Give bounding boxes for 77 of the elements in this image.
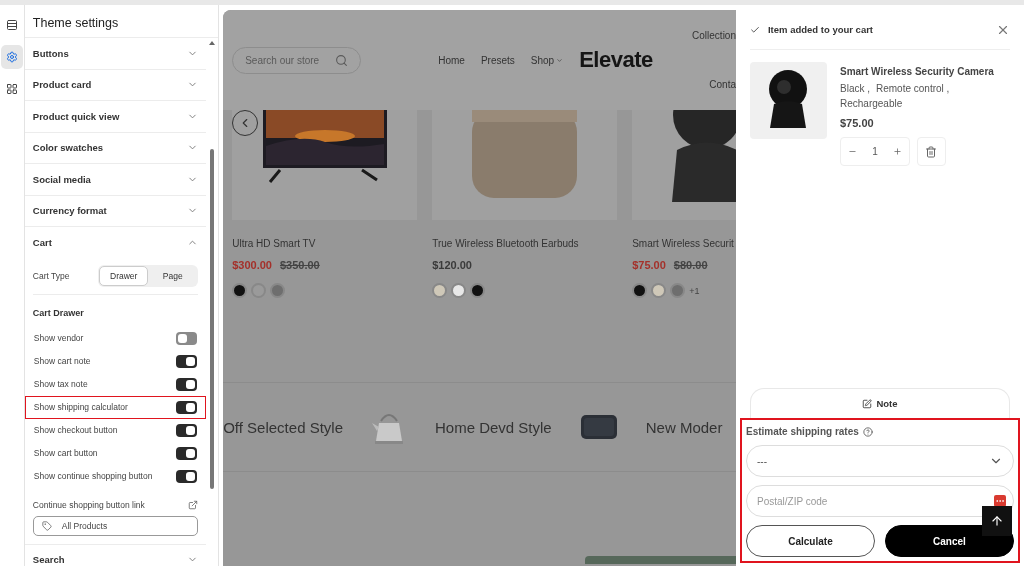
quantity-value: 1 (872, 146, 878, 157)
note-button[interactable]: Note (750, 388, 1010, 418)
toggle-switch[interactable] (176, 377, 198, 391)
color-swatch[interactable] (432, 283, 448, 298)
toggle-label: Show vendor (33, 333, 84, 343)
toggle-switch[interactable] (176, 331, 198, 345)
tag-icon (41, 520, 52, 531)
check-icon (750, 24, 760, 35)
back-to-top-button[interactable] (982, 506, 1012, 536)
item-variant: Remote control , (876, 83, 950, 94)
plus-icon (892, 147, 902, 156)
toggle-switch[interactable] (176, 423, 198, 437)
nav-link[interactable]: Presets (480, 54, 515, 66)
nav-link[interactable]: Collection (692, 30, 736, 41)
product-name[interactable]: Ultra HD Smart TV (232, 238, 418, 249)
more-count: +1 (689, 285, 700, 296)
color-swatch[interactable] (232, 283, 248, 298)
toggle-label: Show shipping calculator (33, 402, 128, 412)
item-price: $75.00 (840, 117, 875, 129)
rows-icon (5, 19, 18, 31)
color-swatch[interactable] (651, 283, 667, 298)
delete-button[interactable] (917, 137, 946, 166)
link-field[interactable]: All Products (32, 515, 199, 536)
quantity-stepper[interactable]: 1 (840, 137, 910, 166)
color-swatch[interactable] (670, 283, 686, 298)
field-label: Cart Type (32, 271, 70, 281)
nav-link[interactable]: Shop (530, 54, 564, 66)
zip-field[interactable]: Postal/ZIP code (746, 485, 1014, 517)
product-price: $120.00 (432, 259, 472, 271)
item-name[interactable]: Smart Wireless Security Camera (840, 66, 1010, 77)
product-name[interactable]: Smart Wireless Securit (632, 238, 736, 249)
scrollbar-thumb[interactable] (210, 149, 215, 489)
nav-link[interactable]: Home (438, 54, 465, 66)
segment-option[interactable]: Drawer (99, 266, 149, 286)
toggle-switch[interactable] (176, 354, 198, 368)
search-icon (335, 53, 349, 67)
subsection-heading: Cart Drawer (32, 307, 85, 318)
product-name[interactable]: True Wireless Bluetooth Earbuds (432, 238, 618, 249)
edit-icon (862, 398, 873, 409)
toggle-switch[interactable] (176, 446, 198, 460)
nav-link[interactable]: Conta (709, 79, 736, 90)
drawer-title: Item added to your cart (768, 24, 874, 35)
item-variant: Black , (840, 83, 870, 94)
help-icon[interactable] (862, 426, 873, 437)
trash-icon (925, 145, 938, 158)
item-variant: Rechargeable (840, 98, 903, 109)
grid-icon (5, 83, 18, 95)
logo[interactable]: Elevate (579, 47, 653, 73)
compare-price: $80.00 (673, 259, 708, 271)
toggle-switch[interactable] (176, 469, 198, 483)
marquee-text: Home Devd Style (435, 418, 552, 436)
toggle-switch[interactable] (176, 400, 198, 414)
compare-price: $350.00 (279, 259, 320, 271)
toggle-label: Show cart note (33, 356, 91, 366)
product-price: $75.00 (632, 259, 666, 271)
chevron-down-icon (556, 56, 564, 64)
product-price: $300.00 (232, 259, 272, 271)
segment-option[interactable]: Page (148, 266, 198, 286)
country-select[interactable]: --- (746, 445, 1014, 477)
color-swatch[interactable] (451, 283, 467, 298)
toggle-label: Show continue shopping button (33, 471, 153, 481)
calculate-button[interactable]: Calculate (746, 525, 875, 557)
marquee-text: Off Selected Style (223, 418, 343, 436)
external-link-icon (188, 499, 199, 510)
color-swatch[interactable] (270, 283, 286, 298)
toggle-label: Show tax note (33, 379, 88, 389)
toggle-label: Show checkout button (33, 425, 118, 435)
field-label: Continue shopping button link (32, 499, 145, 510)
color-swatch[interactable] (470, 283, 486, 298)
scroll-up-arrow[interactable] (209, 41, 216, 45)
section-title: Estimate shipping rates (746, 426, 859, 437)
toggle-label: Show cart button (33, 448, 98, 458)
cancel-button[interactable]: Cancel (885, 525, 1014, 557)
increase-button[interactable] (892, 147, 902, 156)
gear-icon (5, 51, 18, 63)
color-swatch[interactable] (632, 283, 648, 298)
marquee-text: New Moder (645, 418, 723, 436)
